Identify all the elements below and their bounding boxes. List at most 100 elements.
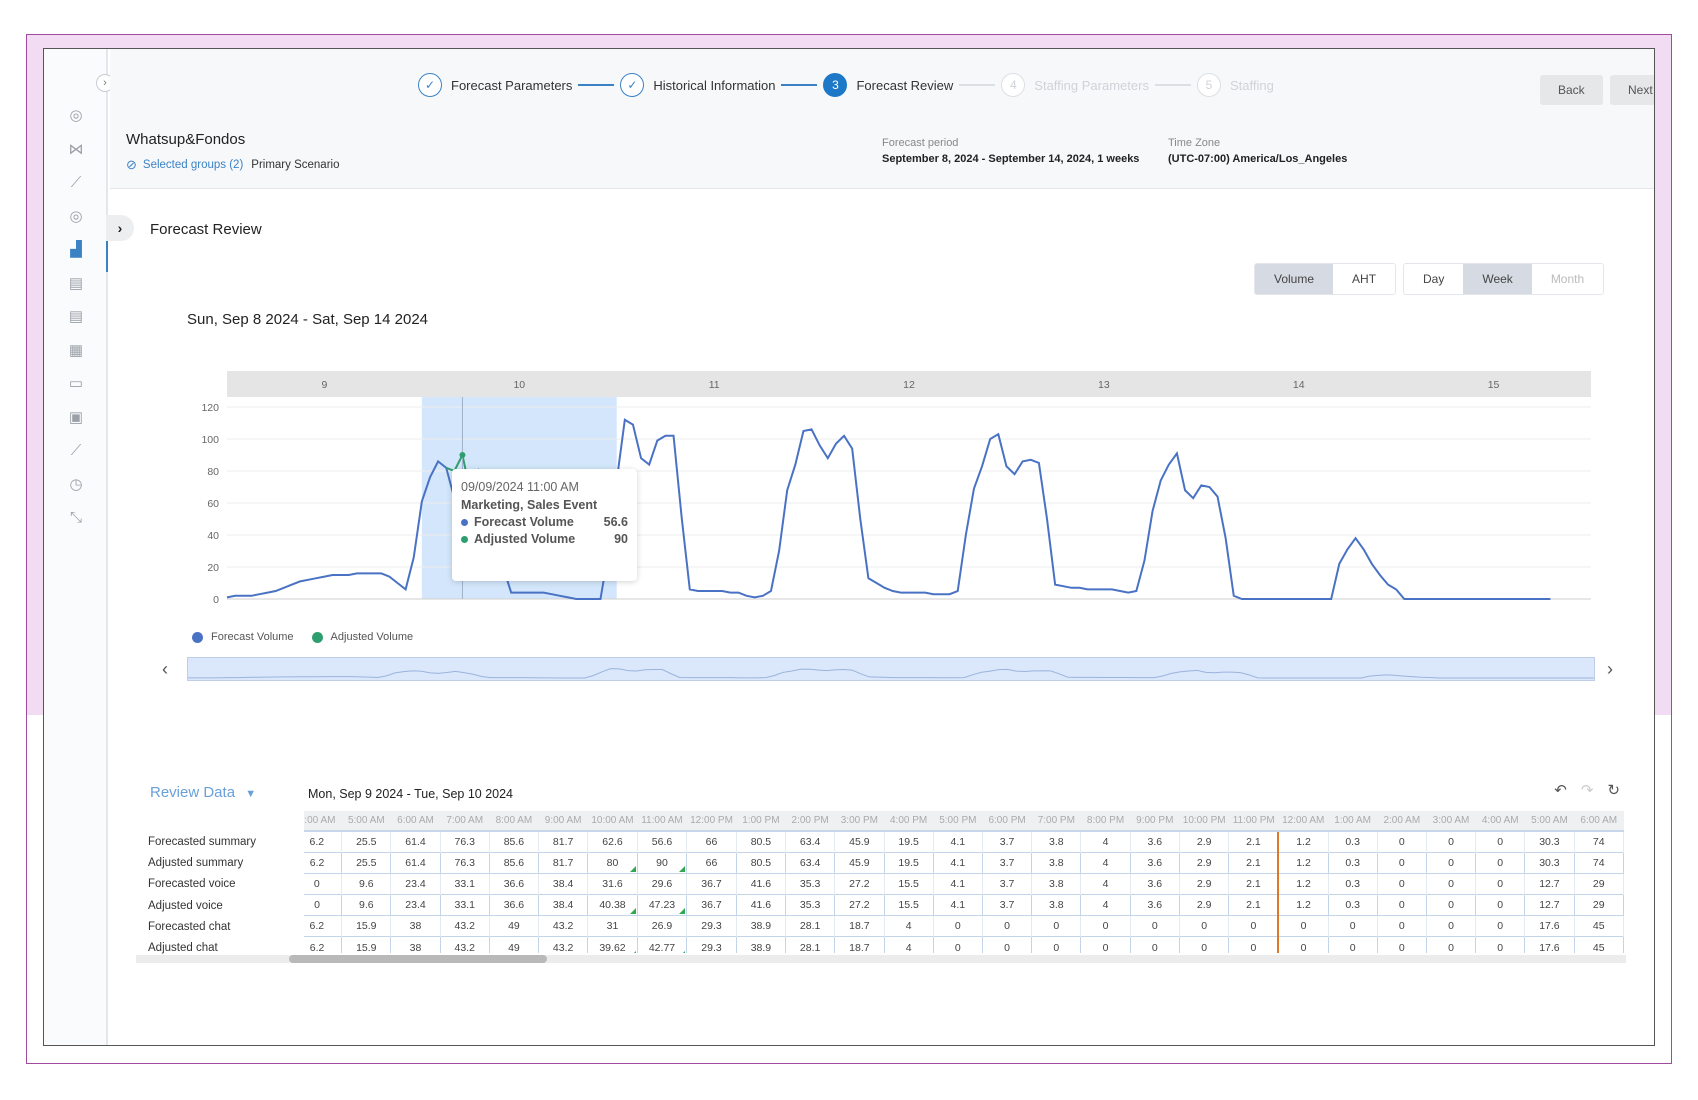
editable-cell[interactable]: 0 [1277,936,1329,953]
calendar-alert-icon[interactable]: ▣ [66,407,86,427]
volume-toggle[interactable]: Volume [1255,264,1334,294]
editable-cell[interactable]: 18.7 [834,936,885,953]
editable-cell[interactable]: 3.6 [1129,894,1180,917]
editable-cell[interactable]: 0 [1425,851,1477,874]
editable-cell[interactable]: 3.7 [981,894,1033,917]
editable-cell[interactable]: 36.6 [488,894,540,917]
editable-cell[interactable]: 9.6 [341,894,392,917]
editable-cell[interactable]: 15.9 [341,936,392,953]
editable-cell[interactable]: 4.1 [932,851,983,874]
step-historical-information[interactable]: ✓ Historical Information [620,73,775,97]
forecast-chart-icon[interactable]: ▟ [66,239,86,259]
review-data-dropdown[interactable]: Review Data ▼ [150,784,256,801]
editable-cell[interactable]: 2.1 [1228,851,1279,874]
step-forecast-review[interactable]: 3 Forecast Review [823,73,953,97]
editable-cell[interactable]: 0 [1178,936,1230,953]
editable-cell[interactable]: 0 [1475,894,1526,917]
day-toggle[interactable]: Day [1404,264,1463,294]
editable-cell[interactable]: 0 [1031,936,1082,953]
editable-cell[interactable]: 0 [1376,936,1427,953]
editable-cell[interactable]: 4.1 [932,894,983,917]
editable-cell[interactable]: 61.4 [390,851,441,874]
editable-cell[interactable]: 2.9 [1178,894,1230,917]
selected-groups-link[interactable]: Selected groups (2) [143,159,243,171]
collapse-arrows-icon[interactable]: ⤡ [66,507,86,527]
editable-cell[interactable]: 29.3 [686,936,737,953]
editable-cell[interactable]: 15.5 [883,894,934,917]
workflow-icon[interactable]: ⋈ [66,139,86,159]
editable-cell[interactable]: 19.5 [883,851,934,874]
editable-cell[interactable]: 0.3 [1327,851,1378,874]
line-chart-icon[interactable]: ⟋ [66,172,86,192]
editable-cell[interactable]: 66 [686,851,737,874]
editable-cell[interactable]: 36.7 [686,894,737,917]
editable-cell[interactable]: 76.3 [439,851,490,874]
editable-cell[interactable]: 38.4 [538,894,589,917]
editable-cell[interactable]: 38 [390,936,441,953]
chevron-right-icon[interactable]: › [1607,659,1613,680]
editable-cell[interactable]: 30.3 [1524,851,1575,874]
editable-cell[interactable]: 0 [1228,936,1279,953]
database-settings-icon[interactable]: ◎ [66,206,86,226]
legend-item-adjusted[interactable]: Adjusted Volume [311,631,413,643]
aht-toggle[interactable]: AHT [1333,264,1395,294]
editable-cell[interactable]: 4 [1080,894,1131,917]
editable-cell[interactable]: 80.5 [735,851,787,874]
editable-cell[interactable]: 85.6 [488,851,540,874]
editable-cell[interactable]: 3.8 [1031,894,1082,917]
editable-cell[interactable]: 0 [304,894,343,917]
editable-cell[interactable]: 0 [1475,851,1526,874]
editable-cell[interactable]: 80 [587,851,638,874]
editable-cell[interactable]: 0 [1425,936,1477,953]
editable-cell[interactable]: 0.3 [1327,894,1378,917]
chevron-left-icon[interactable]: ‹ [162,659,168,680]
editable-cell[interactable]: 6.2 [304,936,343,953]
editable-cell[interactable]: 0 [1327,936,1378,953]
back-button[interactable]: Back [1540,75,1603,105]
section-expand-button[interactable]: › [106,215,134,241]
editable-cell[interactable]: 43.2 [439,936,490,953]
editable-cell[interactable]: 1.2 [1277,894,1329,917]
editable-cell[interactable]: 40.38 [587,894,638,917]
editable-cell[interactable]: 29 [1573,894,1624,917]
editable-cell[interactable]: 12.7 [1524,894,1575,917]
grid-settings-icon[interactable]: ▦ [66,340,86,360]
editable-cell[interactable]: 4 [1080,851,1131,874]
refresh-icon[interactable]: ↻ [1607,781,1620,799]
editable-cell[interactable]: 63.4 [785,851,836,874]
editable-cell[interactable]: 81.7 [538,851,589,874]
editable-cell[interactable]: 74 [1573,851,1624,874]
legend-item-forecast[interactable]: Forecast Volume [192,631,294,643]
editable-cell[interactable]: 0 [1475,936,1526,953]
editable-cell[interactable]: 41.6 [735,894,787,917]
editable-cell[interactable]: 45 [1573,936,1624,953]
editable-cell[interactable]: 23.4 [390,894,441,917]
editable-cell[interactable]: 35.3 [785,894,836,917]
editable-cell[interactable]: 0 [1376,851,1427,874]
editable-cell[interactable]: 28.1 [785,936,836,953]
editable-cell[interactable]: 0 [981,936,1033,953]
report-icon[interactable]: ▤ [66,306,86,326]
editable-cell[interactable]: 39.62 [587,936,638,953]
editable-cell[interactable]: 3.6 [1129,851,1180,874]
chart-navigator[interactable] [187,657,1595,681]
editable-cell[interactable]: 45.9 [834,851,885,874]
editable-cell[interactable]: 0 [1129,936,1180,953]
editable-cell[interactable]: 43.2 [538,936,589,953]
editable-cell[interactable]: 4 [883,936,934,953]
schedule-board-icon[interactable]: ▭ [66,373,86,393]
editable-cell[interactable]: 33.1 [439,894,490,917]
forecast-chart[interactable]: 0 20 40 60 80 100 120 9 10 11 12 13 14 15 [134,347,1594,647]
next-button[interactable]: Next [1610,75,1654,105]
step-forecast-parameters[interactable]: ✓ Forecast Parameters [418,73,572,97]
editable-cell[interactable]: 90 [636,851,688,874]
editable-cell[interactable]: 25.5 [341,851,392,874]
editable-cell[interactable]: 3.8 [1031,851,1082,874]
editable-cell[interactable]: 47.23 [636,894,688,917]
editable-cell[interactable]: 6.2 [304,851,343,874]
editable-cell[interactable]: 2.9 [1178,851,1230,874]
editable-cell[interactable]: 49 [488,936,540,953]
editable-cell[interactable]: 0 [1080,936,1131,953]
editable-cell[interactable]: 0 [932,936,983,953]
clock-settings-icon[interactable]: ◷ [66,474,86,494]
